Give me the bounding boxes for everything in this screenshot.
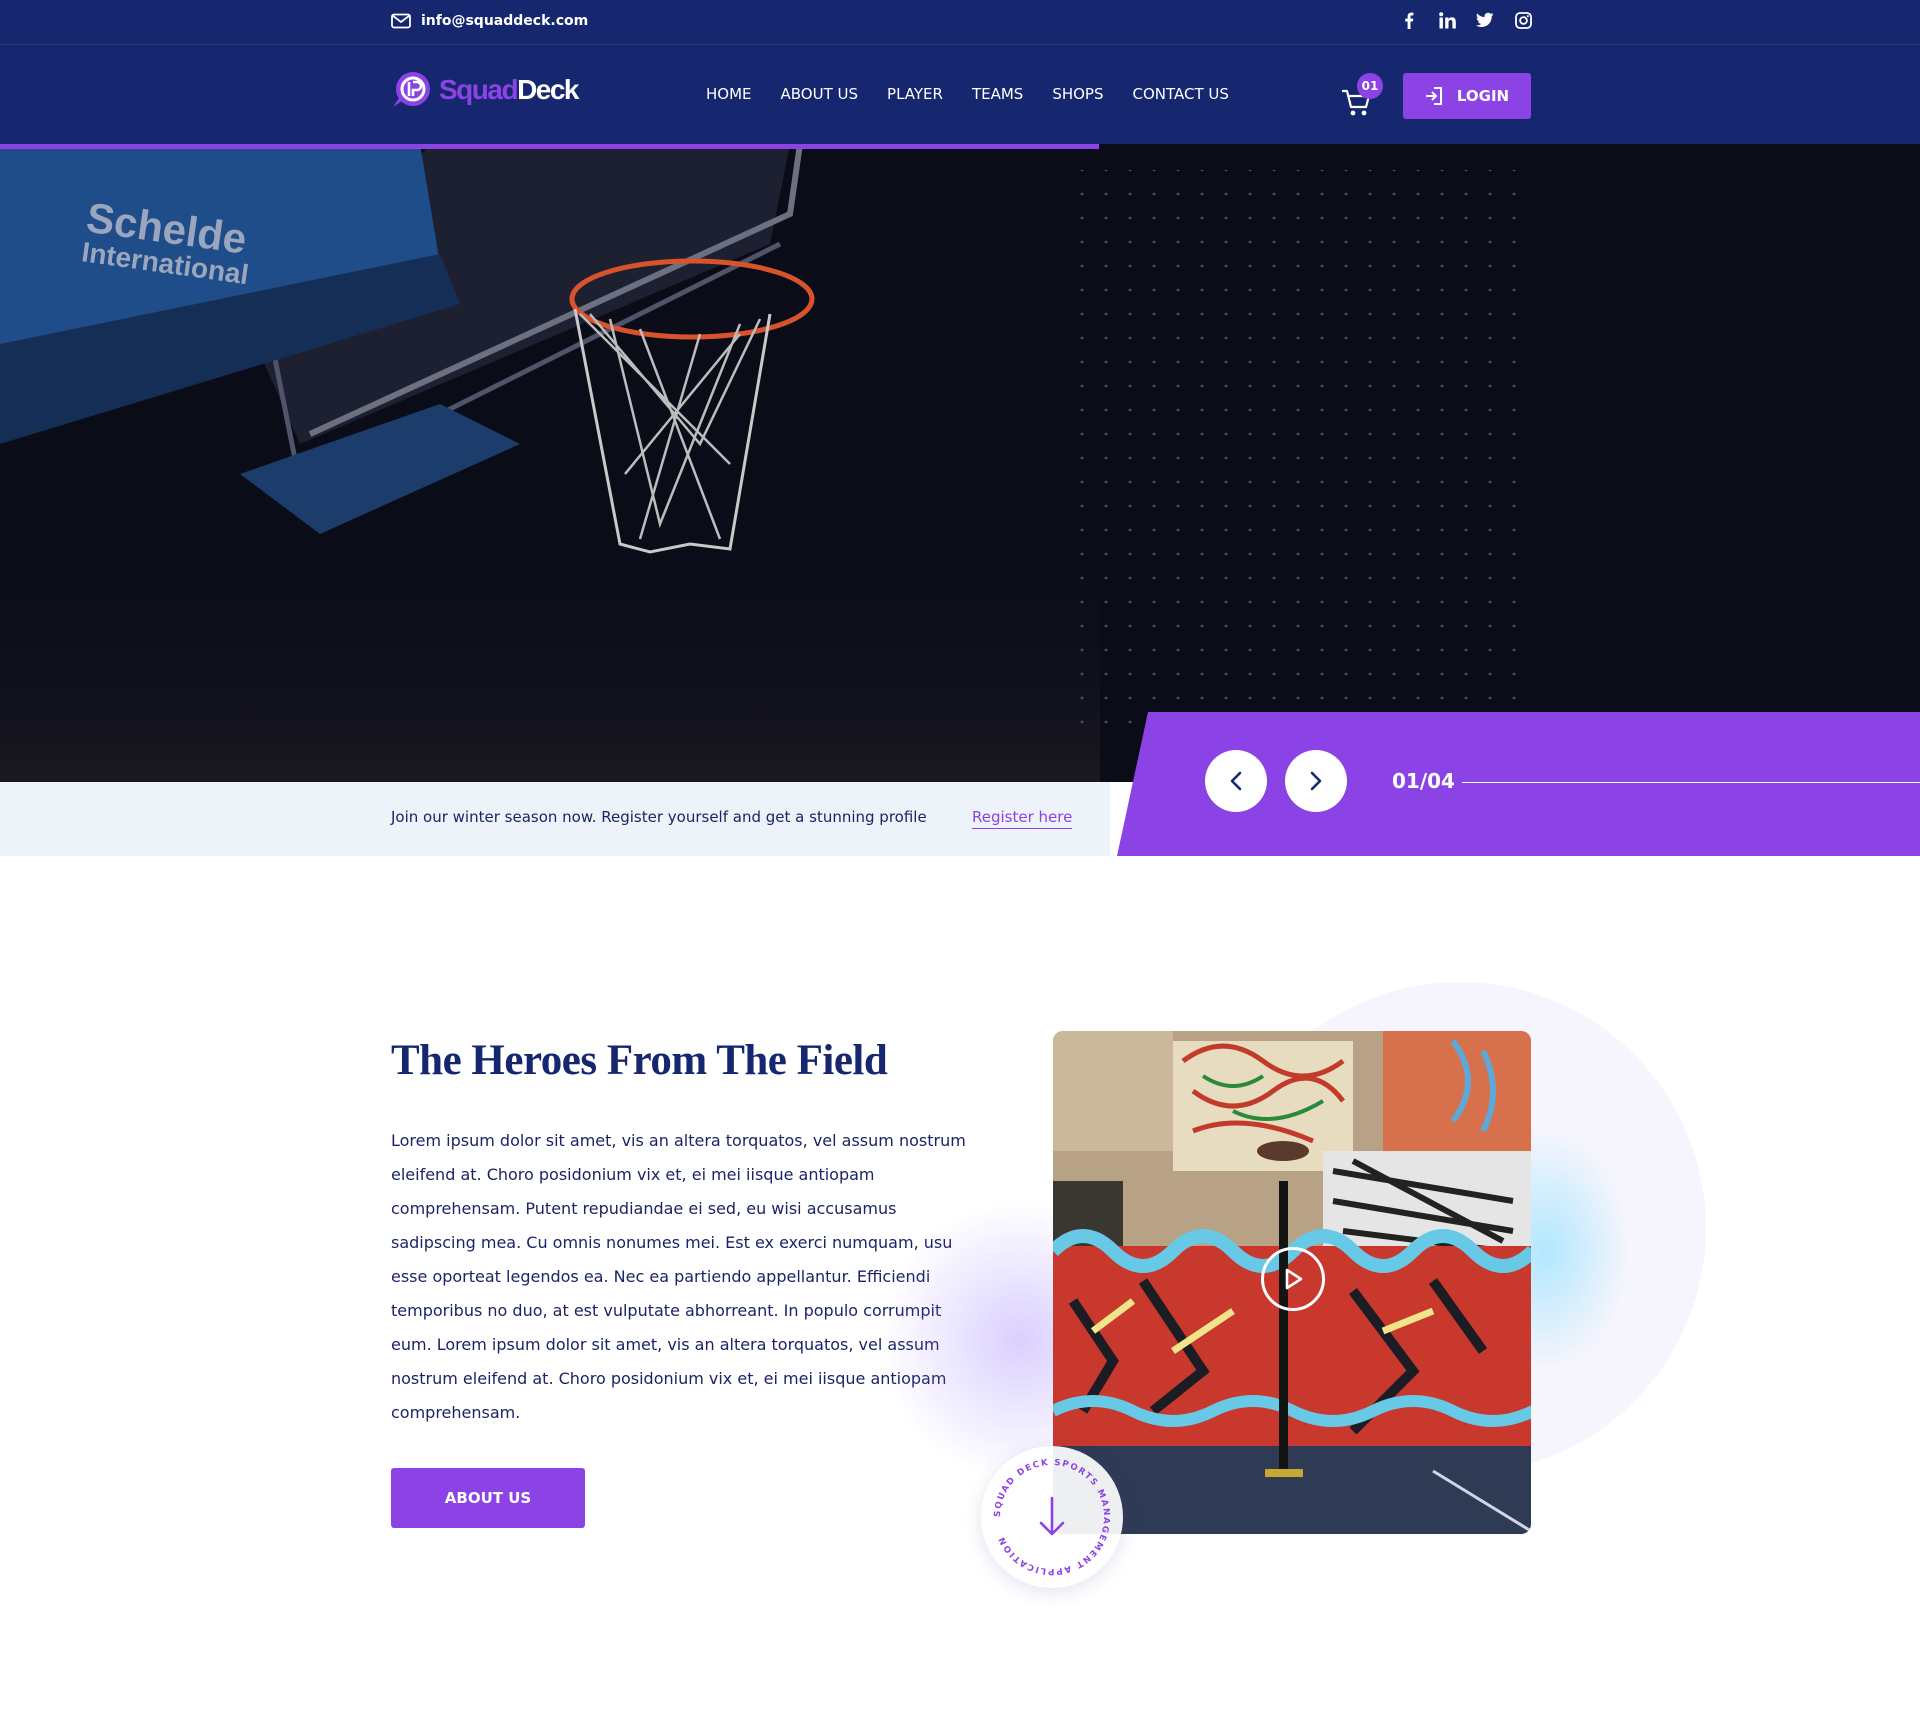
section-title: The Heroes From The Field: [391, 1037, 888, 1084]
slider-next-button[interactable]: [1285, 750, 1347, 812]
arrow-down-icon: [1039, 1496, 1065, 1536]
hero-slider: [0, 144, 1920, 782]
circular-text-badge: SQUAD DECK SPORTS MANAGEMENT APPLICATION: [993, 1458, 1110, 1576]
chevron-right-icon: [1310, 771, 1322, 791]
email-text: info@squaddeck.com: [421, 13, 589, 29]
twitter-icon[interactable]: [1476, 11, 1494, 29]
contact-email[interactable]: info@squaddeck.com: [391, 13, 588, 29]
play-icon: [1285, 1268, 1303, 1290]
hero-image: [0, 144, 1920, 782]
social-links: [1400, 11, 1532, 29]
slide-progress-bar: [0, 144, 1099, 149]
announcement-text: Join our winter season now. Register you…: [391, 808, 927, 826]
login-label: LOGIN: [1456, 87, 1510, 105]
logo-text-squad: Squad: [439, 74, 519, 105]
site-logo[interactable]: SquadDeck: [391, 71, 579, 109]
chevron-left-icon: [1230, 771, 1242, 791]
top-bar: info@squaddeck.com: [0, 0, 1920, 45]
logo-text-deck: Deck: [517, 74, 579, 105]
slider-divider-line: [1462, 782, 1920, 783]
play-video-button[interactable]: [1261, 1247, 1325, 1311]
instagram-icon[interactable]: [1514, 11, 1532, 29]
facebook-icon[interactable]: [1400, 11, 1418, 29]
nav-player[interactable]: PLAYER: [887, 85, 943, 103]
linkedin-icon[interactable]: [1438, 11, 1456, 29]
logo-mark-icon: [393, 72, 430, 107]
nav-about-us[interactable]: ABOUT US: [781, 85, 859, 103]
logo-wordmark: SquadDeck: [439, 74, 579, 106]
nav-teams[interactable]: TEAMS: [972, 85, 1023, 103]
login-icon: [1425, 87, 1442, 105]
main-header: SquadDeck HOME ABOUT US PLAYER TEAMS SHO…: [0, 45, 1920, 144]
main-nav: HOME ABOUT US PLAYER TEAMS SHOPS CONTACT…: [706, 85, 1229, 103]
nav-home[interactable]: HOME: [706, 85, 752, 103]
scroll-down-badge[interactable]: SQUAD DECK SPORTS MANAGEMENT APPLICATION: [981, 1446, 1123, 1588]
about-us-button[interactable]: ABOUT US: [391, 1468, 585, 1528]
slider-prev-button[interactable]: [1205, 750, 1267, 812]
slide-counter: 01/04: [1392, 769, 1455, 793]
nav-contact-us[interactable]: CONTACT US: [1133, 85, 1229, 103]
cart-button[interactable]: 01: [1340, 73, 1383, 116]
login-button[interactable]: LOGIN: [1403, 73, 1531, 119]
announcement-strip: Join our winter season now. Register you…: [0, 782, 1110, 856]
register-link[interactable]: Register here: [972, 808, 1073, 829]
mail-icon: [391, 13, 411, 29]
cart-count-badge: 01: [1357, 73, 1383, 99]
nav-shops[interactable]: SHOPS: [1052, 85, 1103, 103]
section-body: Lorem ipsum dolor sit amet, vis an alter…: [391, 1131, 966, 1422]
